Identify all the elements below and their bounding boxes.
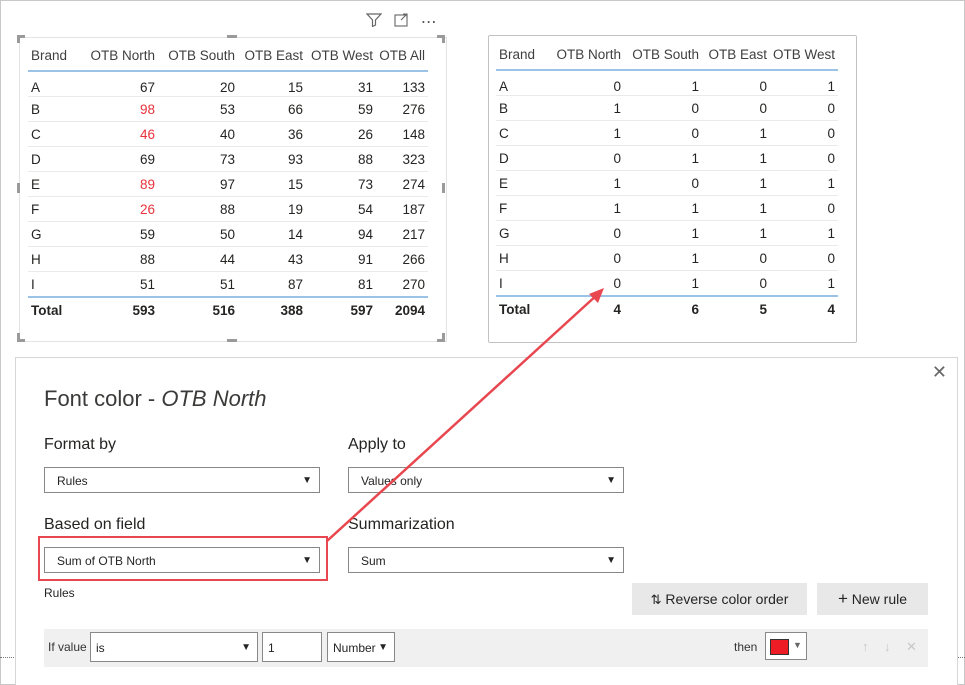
annotation-arrow: [326, 288, 604, 542]
